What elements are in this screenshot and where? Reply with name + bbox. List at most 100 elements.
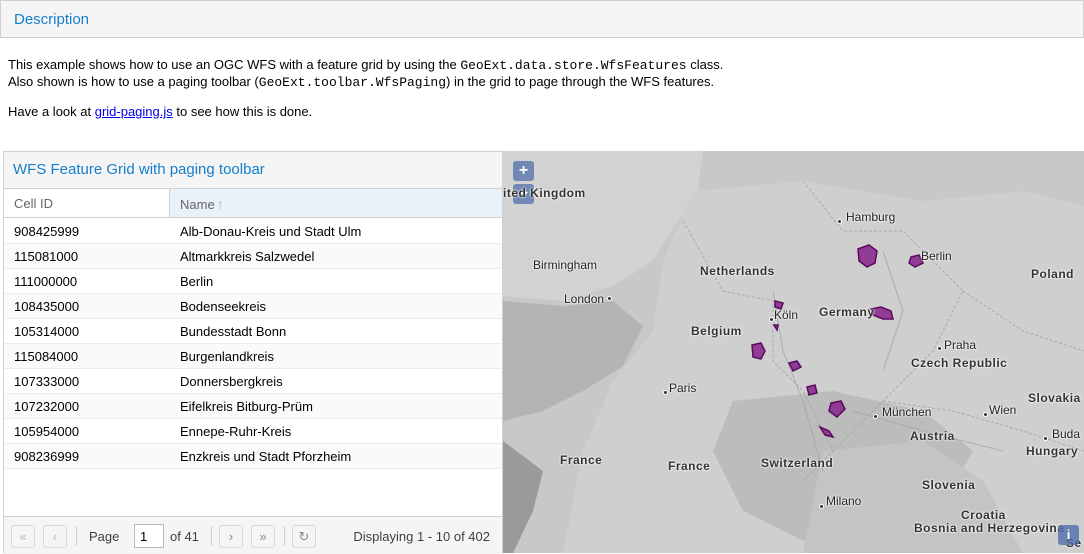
description-line-1: This example shows how to use an OGC WFS… xyxy=(8,57,724,73)
table-row[interactable]: 105314000 Bundesstadt Bonn xyxy=(4,319,502,344)
name-value: Altmarkkreis Salzwedel xyxy=(180,249,315,264)
city-label-buda: Buda xyxy=(1052,427,1081,441)
last-page-icon: » xyxy=(259,529,267,544)
feature-polygon xyxy=(857,244,878,268)
prev-page-icon: ‹ xyxy=(52,529,58,544)
city-marker xyxy=(1043,436,1048,441)
name-value: Eifelkreis Bitburg-Prüm xyxy=(180,399,313,414)
map-label-poland: Poland xyxy=(1031,267,1075,281)
grid-column-headers: Cell ID Name ↑ xyxy=(4,188,502,218)
city-label-praha: Praha xyxy=(944,338,977,352)
map-view[interactable]: + − ited Kingdom Netherlands Belgium Ger… xyxy=(503,151,1084,553)
cell-id-value: 107333000 xyxy=(14,374,80,389)
cell-id-value: 908236999 xyxy=(14,449,80,464)
next-page-button[interactable]: › xyxy=(219,525,243,548)
map-label-switzerland: Switzerland xyxy=(761,456,834,470)
description-header: Description xyxy=(0,0,1084,38)
table-row[interactable]: 105954000 Ennepe-Ruhr-Kreis xyxy=(4,419,502,444)
map-label-netherlands: Netherlands xyxy=(700,264,775,278)
cell-id-value: 908425999 xyxy=(14,224,80,239)
city-label-paris: Paris xyxy=(669,381,697,395)
name-value: Alb-Donau-Kreis und Stadt Ulm xyxy=(180,224,362,239)
table-row[interactable]: 908236999 Enzkreis und Stadt Pforzheim xyxy=(4,444,502,469)
first-page-icon: « xyxy=(19,529,27,544)
wfs-features-layer xyxy=(751,244,925,439)
city-marker xyxy=(663,390,668,395)
grid-rows: 908425999 Alb-Donau-Kreis und Stadt Ulm 11… xyxy=(4,219,502,469)
feature-polygon xyxy=(772,324,779,333)
info-icon: i xyxy=(1066,527,1071,542)
cell-id-value: 111000000 xyxy=(14,274,78,289)
city-marker xyxy=(837,219,842,224)
map-label-croatia: Croatia xyxy=(961,508,1006,522)
feature-polygon xyxy=(828,400,846,418)
refresh-icon: ↻ xyxy=(298,529,310,544)
last-page-button[interactable]: » xyxy=(251,525,275,548)
page-count-label: of 41 xyxy=(170,529,199,544)
next-page-icon: › xyxy=(228,529,234,544)
table-row[interactable]: 108435000 Bodenseekreis xyxy=(4,294,502,319)
map-label-bosnia: Bosnia and Herzegovina xyxy=(914,521,1065,535)
city-label-london: London xyxy=(564,292,605,306)
name-value: Ennepe-Ruhr-Kreis xyxy=(180,424,292,439)
city-marker xyxy=(819,504,824,509)
description-line-2: Also shown is how to use a paging toolba… xyxy=(8,74,715,90)
map-label-czech: Czech Republic xyxy=(911,356,1008,370)
cell-id-value: 108435000 xyxy=(14,299,80,314)
display-message: Displaying 1 - 10 of 402 xyxy=(353,529,490,544)
feature-polygon xyxy=(751,342,766,360)
table-row[interactable]: 107232000 Eifelkreis Bitburg-Prüm xyxy=(4,394,502,419)
cell-id-value: 115084000 xyxy=(14,349,79,364)
page-label: Page xyxy=(89,529,120,544)
city-label-koln: Köln xyxy=(774,308,799,322)
map-label-slovenia: Slovenia xyxy=(922,478,976,492)
city-marker xyxy=(873,414,878,419)
name-value: Berlin xyxy=(180,274,214,289)
table-row[interactable]: 908425999 Alb-Donau-Kreis und Stadt Ulm xyxy=(4,219,502,244)
city-label-munchen: München xyxy=(882,405,932,419)
arrow-up-icon: ↑ xyxy=(216,196,224,212)
city-label-berlin: Berlin xyxy=(921,249,952,263)
map-label-germany: Germany xyxy=(819,305,875,319)
name-value: Enzkreis und Stadt Pforzheim xyxy=(180,449,352,464)
code-wfspaging: GeoExt.toolbar.WfsPaging xyxy=(258,75,446,90)
grid-header: WFS Feature Grid with paging toolbar xyxy=(4,152,502,188)
feature-polygon xyxy=(787,360,803,373)
column-header-name[interactable]: Name ↑ xyxy=(170,189,502,217)
feature-polygon xyxy=(818,425,835,439)
city-label-milano: Milano xyxy=(826,494,862,508)
cell-id-value: 107232000 xyxy=(14,399,80,414)
attribution-info-button[interactable]: i xyxy=(1058,525,1079,545)
cell-id-value: 105954000 xyxy=(14,424,80,439)
refresh-button[interactable]: ↻ xyxy=(292,525,316,548)
city-label-birmingham: Birmingham xyxy=(533,258,598,272)
table-row[interactable]: 115081000 Altmarkkreis Salzwedel xyxy=(4,244,502,269)
zoom-in-button[interactable]: + xyxy=(513,161,534,181)
feature-grid: WFS Feature Grid with paging toolbar Cel… xyxy=(3,151,503,554)
map-label-slovakia: Slovakia xyxy=(1028,391,1081,405)
prev-page-button[interactable]: ‹ xyxy=(43,525,67,548)
map-label-belgium: Belgium xyxy=(691,324,742,338)
table-row[interactable]: 115084000 Burgenlandkreis xyxy=(4,344,502,369)
city-label-hamburg: Hamburg xyxy=(846,210,896,224)
table-row[interactable]: 111000000 Berlin xyxy=(4,269,502,294)
description-line-3: Have a look at grid-paging.js to see how… xyxy=(8,104,313,119)
toolbar-separator xyxy=(284,526,285,546)
city-marker xyxy=(937,346,942,351)
code-wfsfeatures: GeoExt.data.store.WfsFeatures xyxy=(460,58,687,73)
name-value: Donnersbergkreis xyxy=(180,374,283,389)
description-title: Description xyxy=(14,11,90,28)
first-page-button[interactable]: « xyxy=(11,525,35,548)
map-label-austria: Austria xyxy=(910,429,955,443)
map-label-uk: ited Kingdom xyxy=(503,186,586,200)
column-header-cell-id[interactable]: Cell ID xyxy=(4,189,170,217)
description-body: This example shows how to use an OGC WFS… xyxy=(8,56,1078,120)
table-row[interactable]: 107333000 Donnersbergkreis xyxy=(4,369,502,394)
grid-paging-link[interactable]: grid-paging.js xyxy=(95,104,173,119)
toolbar-separator xyxy=(211,526,212,546)
feature-polygon xyxy=(806,384,818,396)
map-label-hungary: Hungary xyxy=(1026,444,1079,458)
grid-title: WFS Feature Grid with paging toolbar xyxy=(13,161,265,178)
map-label-france: France xyxy=(560,453,603,467)
page-number-input[interactable] xyxy=(134,524,164,548)
